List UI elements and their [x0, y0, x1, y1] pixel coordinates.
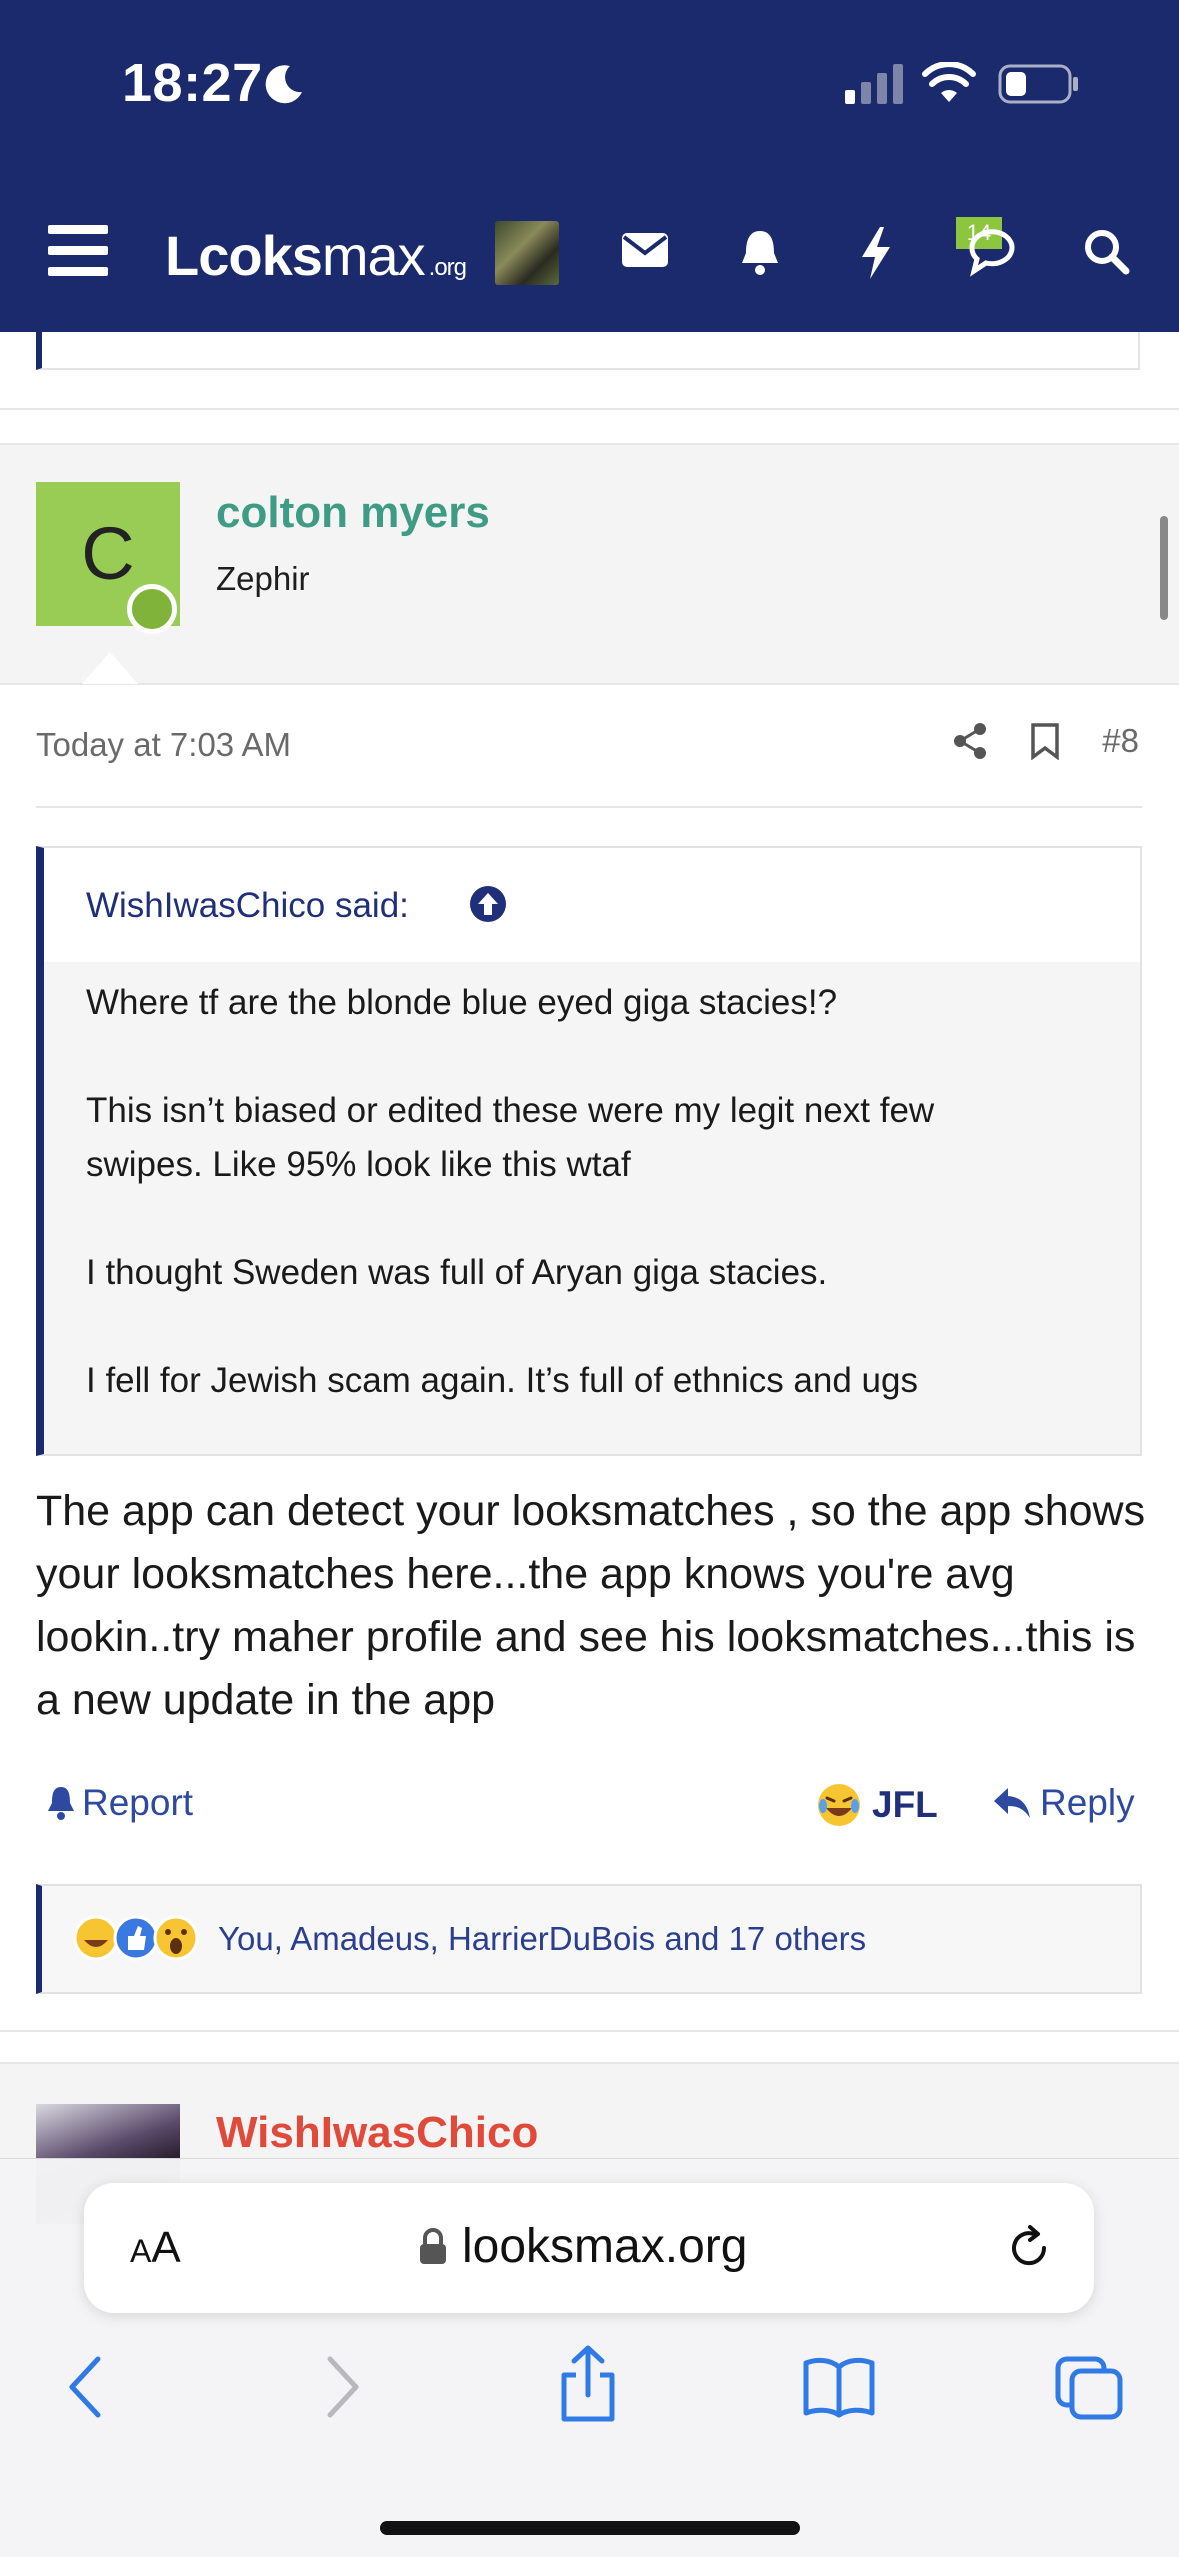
report-button[interactable]: Report	[46, 1782, 193, 1824]
search-icon[interactable]	[1082, 227, 1130, 275]
quote-line: swipes. Like 95% look like this wtaf	[86, 1145, 631, 1184]
share-icon[interactable]	[556, 2345, 620, 2425]
quote-line: Where tf are the blonde blue eyed giga s…	[86, 983, 838, 1022]
quote-attribution[interactable]: WishIwasChico said:	[86, 886, 409, 926]
site-header: 18:27 Lcoksmax .org 14	[0, 0, 1179, 332]
quote-block: WishIwasChico said: Where tf are the blo…	[36, 846, 1142, 1456]
jfl-reaction-button[interactable]: JFL	[816, 1782, 938, 1828]
post-author[interactable]: WishIwasChico	[216, 2108, 538, 2158]
moon-icon	[265, 65, 302, 104]
menu-icon[interactable]	[48, 225, 108, 277]
status-time: 18:27	[122, 53, 263, 113]
forward-icon[interactable]	[322, 2355, 362, 2419]
address-bar[interactable]: AA looksmax.org	[84, 2183, 1094, 2313]
quote-header: WishIwasChico said:	[44, 848, 1140, 962]
bookmarks-icon[interactable]	[802, 2355, 876, 2419]
post-number[interactable]: #8	[1102, 722, 1139, 760]
quote-line: I fell for Jewish scam again. It’s full …	[86, 1361, 918, 1400]
bell-icon	[48, 1787, 74, 1820]
home-indicator	[380, 2521, 800, 2535]
browser-toolbar: AA looksmax.org	[0, 2158, 1179, 2557]
reload-icon[interactable]	[1004, 2223, 1054, 2273]
share-icon[interactable]	[952, 722, 988, 760]
jfl-label: JFL	[872, 1784, 938, 1825]
report-label: Report	[82, 1782, 194, 1823]
arrow-up-circle-icon[interactable]	[468, 884, 508, 924]
online-indicator	[127, 584, 177, 634]
reply-label: Reply	[1040, 1782, 1135, 1823]
post-body: The app can detect your looksmatches , s…	[36, 1487, 1146, 1724]
divider	[0, 408, 1179, 410]
tabs-icon[interactable]	[1054, 2355, 1124, 2421]
wifi-icon	[922, 62, 976, 102]
post-actions: #8	[952, 722, 1139, 760]
reaction-icons	[73, 1915, 199, 1961]
quote-body: Where tf are the blonde blue eyed giga s…	[44, 962, 1140, 1454]
lightning-icon[interactable]	[858, 227, 894, 279]
bookmark-icon[interactable]	[1030, 722, 1060, 760]
quote-line: This isn’t biased or edited these were m…	[86, 1091, 935, 1130]
cellular-signal-icon	[845, 64, 903, 104]
reactions-text[interactable]: You, Amadeus, HarrierDuBois and 17 other…	[218, 1920, 866, 1958]
divider	[0, 2062, 1179, 2064]
bell-icon[interactable]	[738, 227, 782, 277]
site-logo[interactable]: Lcoksmax .org	[165, 223, 467, 288]
reply-arrow-icon	[994, 1788, 1030, 1818]
back-icon[interactable]	[66, 2355, 106, 2419]
post-author[interactable]: colton myers	[216, 488, 490, 538]
divider	[0, 2030, 1179, 2032]
divider	[0, 443, 1179, 445]
reply-button[interactable]: Reply	[992, 1782, 1135, 1824]
url-text[interactable]: looksmax.org	[418, 2219, 747, 2274]
divider	[36, 806, 1142, 808]
divider	[0, 683, 1179, 685]
user-title: Zephir	[216, 560, 310, 597]
mail-icon[interactable]	[620, 227, 670, 271]
conversations-icon[interactable]	[966, 227, 1022, 277]
account-avatar[interactable]	[495, 221, 559, 285]
post-footer: Report JFL Reply	[36, 1782, 1142, 1838]
laughing-emoji-icon	[818, 1784, 860, 1826]
quote-line: I thought Sweden was full of Aryan giga …	[86, 1253, 828, 1292]
previous-post-reactions	[36, 332, 1140, 370]
reader-settings-button[interactable]: AA	[130, 2223, 181, 2273]
battery-icon	[998, 64, 1078, 104]
lock-icon	[420, 2227, 446, 2264]
scrollbar[interactable]	[1160, 516, 1168, 620]
nav-bar: Lcoksmax .org 14	[0, 205, 1179, 305]
user-bar-pointer	[82, 652, 138, 684]
post-date[interactable]: Today at 7:03 AM	[36, 726, 291, 764]
reactions-bar[interactable]: You, Amadeus, HarrierDuBois and 17 other…	[36, 1884, 1142, 1994]
